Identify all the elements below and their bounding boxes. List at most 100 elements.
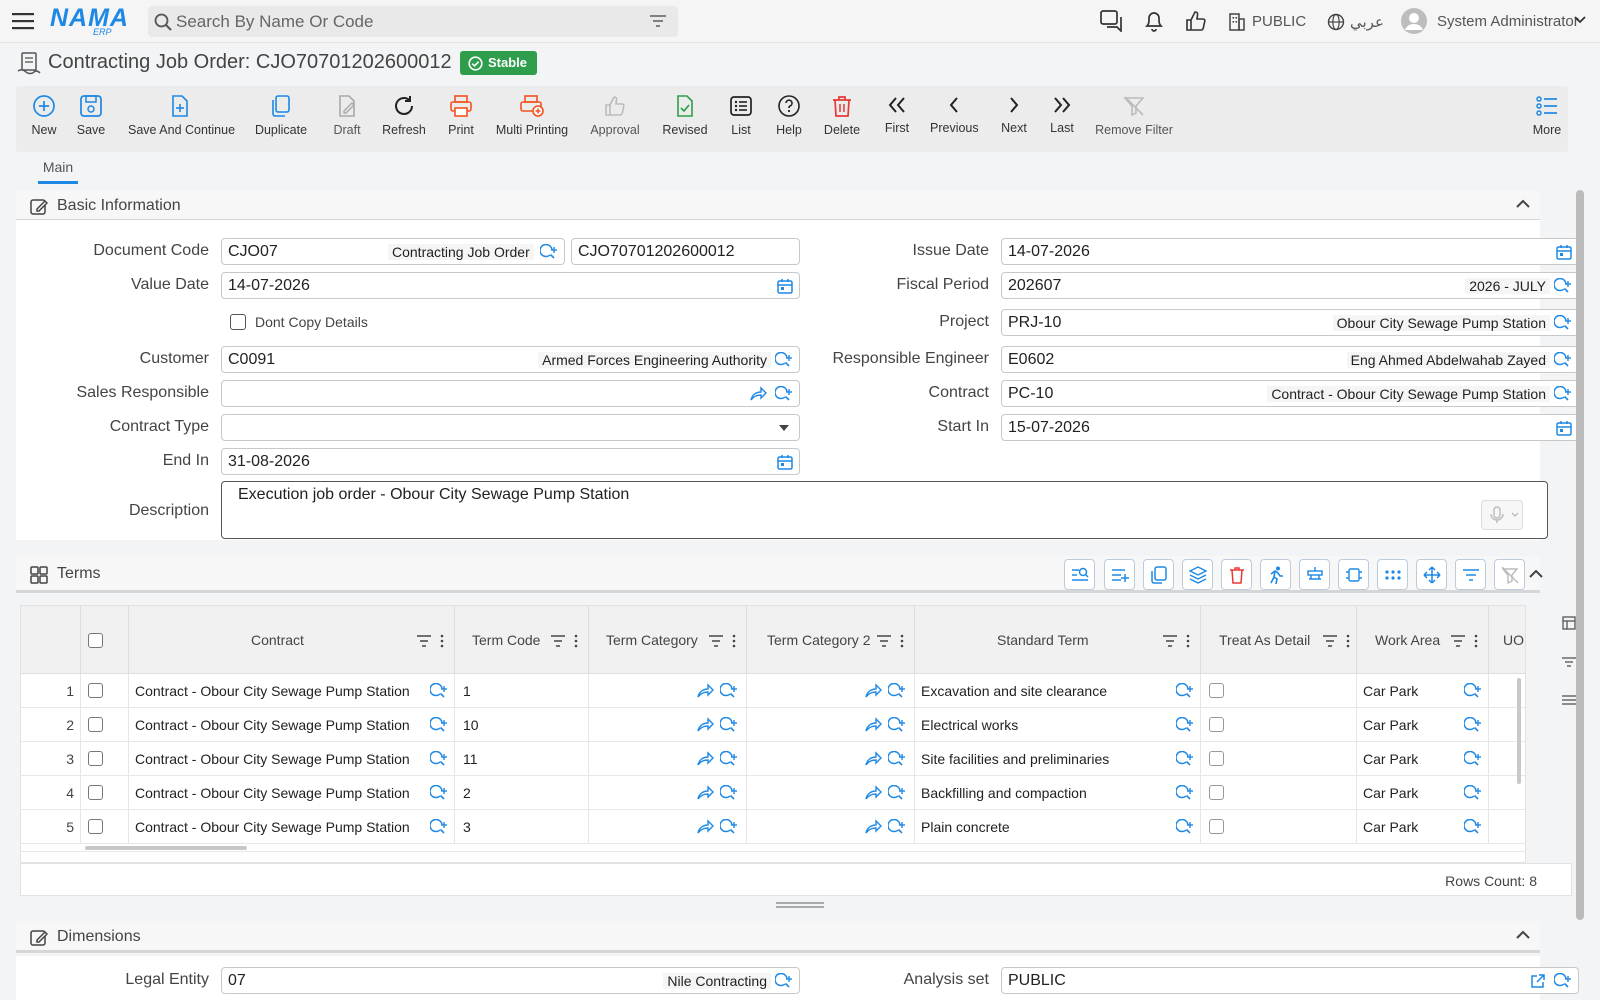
column-header-treat-as-detail[interactable]: Treat As Detail [1201, 606, 1357, 674]
treat-as-detail-cell[interactable] [1201, 810, 1357, 844]
document-number-field[interactable]: CJO70701202600012 [571, 238, 800, 265]
table-row[interactable]: 2 Contract - Obour City Sewage Pump Stati… [21, 708, 1525, 742]
lookup-icon[interactable] [888, 751, 906, 767]
contract-cell[interactable]: Contract - Obour City Sewage Pump Statio… [129, 776, 455, 810]
term-category-cell[interactable] [589, 742, 747, 776]
treat-as-detail-checkbox[interactable] [1209, 751, 1224, 766]
term-code-cell[interactable]: 11 [455, 742, 589, 776]
help-button[interactable]: Help [775, 94, 803, 137]
treat-as-detail-checkbox[interactable] [1209, 819, 1224, 834]
next-button[interactable]: Next [1000, 94, 1028, 135]
column-filter-icon[interactable] [551, 634, 579, 648]
row-checkbox[interactable] [88, 683, 103, 698]
column-filter-icon[interactable] [709, 634, 737, 648]
lookup-icon[interactable] [1554, 315, 1572, 331]
print-button[interactable]: Print [446, 94, 476, 137]
delete-button[interactable]: Delete [822, 94, 862, 137]
menu-lines-icon[interactable] [1562, 694, 1576, 706]
calendar-icon[interactable] [1556, 244, 1572, 260]
value-date-field[interactable]: 14-07-2026 [221, 272, 800, 299]
share-icon[interactable] [696, 683, 714, 699]
lookup-icon[interactable] [1176, 717, 1194, 733]
lookup-icon[interactable] [430, 785, 448, 801]
row-select-cell[interactable] [81, 674, 129, 708]
term-code-cell[interactable]: 1 [455, 674, 589, 708]
lookup-icon[interactable] [720, 717, 738, 733]
lookup-icon[interactable] [888, 819, 906, 835]
chevron-down-icon[interactable] [1574, 16, 1586, 24]
lookup-icon[interactable] [775, 352, 793, 368]
dont-copy-details-checkbox[interactable] [230, 314, 246, 330]
terms-header[interactable]: Terms [16, 556, 1543, 593]
lookup-icon[interactable] [430, 683, 448, 699]
lookup-icon[interactable] [1464, 717, 1482, 733]
column-filter-icon[interactable] [417, 634, 445, 648]
share-icon[interactable] [696, 785, 714, 801]
lookup-icon[interactable] [1464, 683, 1482, 699]
lookup-icon[interactable] [1176, 785, 1194, 801]
work-area-cell[interactable]: Car Park [1357, 708, 1489, 742]
lookup-icon[interactable] [888, 785, 906, 801]
app-logo[interactable]: NAMA ERP [50, 5, 134, 37]
project-field[interactable]: PRJ-10 Obour City Sewage Pump Station [1001, 309, 1579, 336]
grid-remove-filter-button[interactable] [1494, 559, 1525, 590]
contract-cell[interactable]: Contract - Obour City Sewage Pump Statio… [129, 708, 455, 742]
share-icon[interactable] [696, 819, 714, 835]
calendar-icon[interactable] [1556, 420, 1572, 436]
term-category-cell[interactable] [589, 810, 747, 844]
chevron-up-icon[interactable] [1516, 199, 1530, 208]
filter-icon[interactable] [1562, 656, 1576, 668]
lookup-icon[interactable] [430, 717, 448, 733]
lookup-icon[interactable] [775, 973, 793, 989]
standard-term-cell[interactable]: Excavation and site clearance [915, 674, 1201, 708]
term-category-cell[interactable] [589, 776, 747, 810]
save-and-continue-button[interactable]: Save And Continue [128, 94, 235, 137]
lookup-icon[interactable] [1554, 278, 1572, 294]
chat-icon[interactable] [1100, 10, 1124, 32]
duplicate-button[interactable]: Duplicate [254, 94, 308, 137]
horizontal-scrollbar[interactable] [85, 846, 247, 850]
grid-dots-button[interactable] [1377, 559, 1408, 590]
basic-information-header[interactable]: Basic Information [16, 190, 1540, 222]
term-category-2-cell[interactable] [747, 776, 915, 810]
thumbs-up-icon[interactable] [1185, 10, 1207, 32]
lookup-icon[interactable] [775, 386, 793, 402]
column-filter-icon[interactable] [1163, 634, 1191, 648]
caret-down-icon[interactable] [779, 425, 789, 431]
work-area-cell[interactable]: Car Park [1357, 810, 1489, 844]
analysis-set-field[interactable]: PUBLIC [1001, 967, 1579, 994]
uoi-cell[interactable] [1489, 810, 1525, 844]
grid-copy-button[interactable] [1143, 559, 1174, 590]
standard-term-cell[interactable]: Backfilling and compaction [915, 776, 1201, 810]
approval-button[interactable]: Approval [590, 94, 640, 137]
row-checkbox[interactable] [88, 717, 103, 732]
row-select-cell[interactable] [81, 742, 129, 776]
table-row[interactable]: 5 Contract - Obour City Sewage Pump Stati… [21, 810, 1525, 844]
column-header-contract[interactable]: Contract [129, 606, 455, 674]
grid-layout-button[interactable] [1299, 559, 1330, 590]
term-category-2-cell[interactable] [747, 674, 915, 708]
column-filter-icon[interactable] [1451, 634, 1479, 648]
last-button[interactable]: Last [1048, 94, 1076, 135]
term-category-cell[interactable] [589, 674, 747, 708]
row-select-cell[interactable] [81, 810, 129, 844]
description-textarea[interactable]: Execution job order - Obour City Sewage … [221, 481, 1548, 539]
column-chooser-icon[interactable] [1562, 616, 1576, 630]
legal-entity-field[interactable]: 07 Nile Contracting [221, 967, 800, 994]
grid-add-lines-button[interactable] [1104, 559, 1135, 590]
select-all-checkbox[interactable] [88, 633, 103, 648]
lookup-icon[interactable] [1176, 751, 1194, 767]
tab-main[interactable]: Main [38, 159, 78, 184]
lookup-icon[interactable] [888, 717, 906, 733]
term-code-cell[interactable]: 2 [455, 776, 589, 810]
language-switch[interactable]: عربي [1350, 13, 1384, 31]
page-scrollbar[interactable] [1576, 190, 1584, 920]
row-select-cell[interactable] [81, 776, 129, 810]
filter-icon[interactable] [650, 14, 666, 28]
customer-field[interactable]: C0091 Armed Forces Engineering Authority [221, 346, 800, 373]
lookup-icon[interactable] [1554, 386, 1572, 402]
treat-as-detail-checkbox[interactable] [1209, 717, 1224, 732]
lookup-icon[interactable] [430, 819, 448, 835]
contract-cell[interactable]: Contract - Obour City Sewage Pump Statio… [129, 810, 455, 844]
responsible-engineer-field[interactable]: E0602 Eng Ahmed Abdelwahab Zayed [1001, 346, 1579, 373]
